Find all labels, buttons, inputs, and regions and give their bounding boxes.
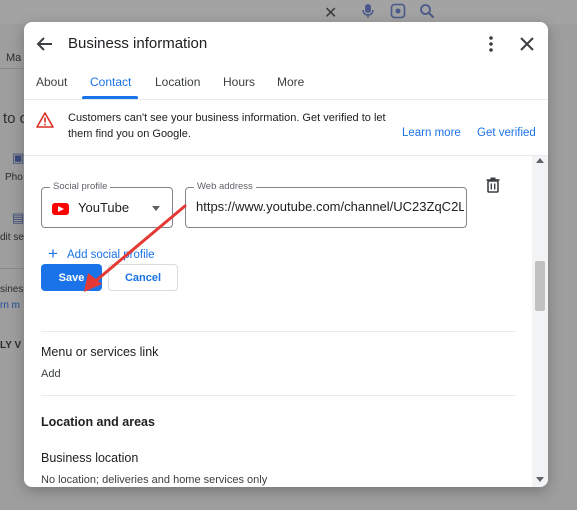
tab-hours[interactable]: Hours [223,75,255,89]
scroll-down-icon[interactable] [536,477,544,482]
section-divider [41,395,515,396]
tab-contact[interactable]: Contact [90,75,131,89]
background-text: Pho [5,172,23,183]
lens-icon [390,3,406,24]
arrow-back-icon [36,37,52,51]
web-address-field[interactable]: Web address https://www.youtube.com/chan… [185,181,467,228]
social-profile-label: Social profile [50,181,111,192]
edit-icon: ▤ [12,210,25,225]
get-verified-link[interactable]: Get verified [477,127,536,139]
cancel-button[interactable]: Cancel [108,264,178,291]
verification-banner: Customers can't see your business inform… [24,100,548,156]
tab-more[interactable]: More [277,75,304,89]
scroll-up-icon[interactable] [536,158,544,163]
web-address-label: Web address [194,181,256,192]
tab-about[interactable]: About [36,75,67,89]
learn-more-link[interactable]: Learn more [402,127,461,139]
plus-icon: + [48,244,58,263]
close-button[interactable] [516,33,538,55]
youtube-icon [52,203,69,215]
social-profile-value: YouTube [78,200,130,215]
microphone-icon [361,3,375,24]
social-profile-select[interactable]: Social profile YouTube [41,181,173,228]
photo-icon: ▣ [12,150,25,165]
dialog-header: Business information [24,22,548,66]
add-social-profile-label: Add social profile [67,249,155,261]
scrollbar-thumb[interactable] [535,261,545,311]
close-icon [520,37,534,51]
menu-link-add[interactable]: Add [41,368,61,380]
warning-icon [36,112,54,128]
business-location-title: Business location [41,451,139,465]
back-button[interactable] [34,33,56,55]
background-text: Ma [6,52,22,64]
section-divider [41,331,515,332]
search-icon [419,3,435,24]
dialog-title: Business information [68,35,208,52]
scrollbar[interactable] [532,156,548,487]
menu-link-title: Menu or services link [41,345,159,359]
business-info-dialog: Business information About Contact Locat… [24,22,548,487]
background-topbar: ✕ [0,0,577,24]
trash-icon [486,177,500,193]
background-divider [0,68,24,69]
more-options-button[interactable] [480,33,502,55]
background-text: dit se [0,232,24,243]
location-areas-title: Location and areas [41,415,155,429]
business-location-value: No location; deliveries and home service… [41,474,268,486]
chevron-down-icon [152,206,160,211]
dialog-content: Social profile YouTube Web address https… [24,156,548,487]
background-link: rn m [0,300,20,311]
web-address-input[interactable]: https://www.youtube.com/channel/UC23ZqC2… [196,199,464,214]
close-icon: ✕ [324,5,338,22]
delete-social-profile-button[interactable] [484,176,502,194]
more-vert-icon [489,36,493,52]
save-button[interactable]: Save [41,264,102,291]
tab-location[interactable]: Location [155,75,200,89]
background-text: sines [0,284,24,295]
background-text: LY V [0,340,22,351]
background-divider [0,268,24,269]
banner-message: Customers can't see your business inform… [68,112,386,140]
active-tab-indicator [82,96,138,99]
tab-bar: About Contact Location Hours More [24,66,548,100]
